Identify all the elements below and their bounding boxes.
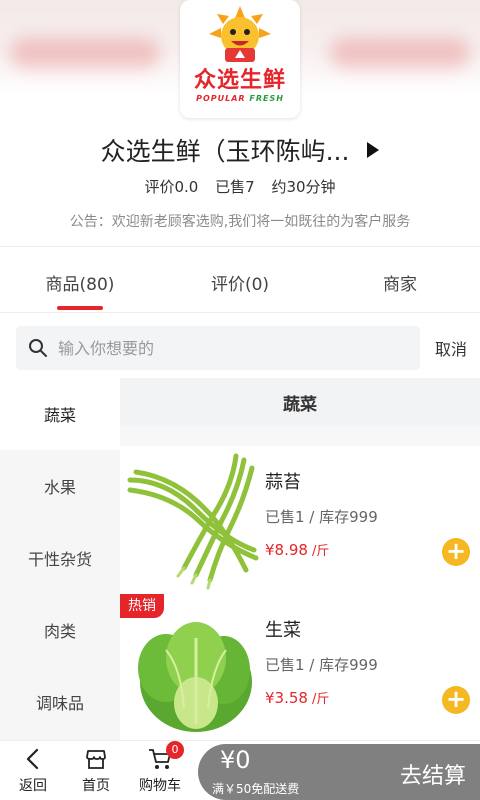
category-sidebar: 蔬菜 水果 干性杂货 肉类 调味品	[0, 378, 120, 740]
add-to-cart-button[interactable]: +	[442, 538, 470, 566]
hot-sale-badge: 热销	[120, 594, 164, 618]
cart-label: 购物车	[139, 778, 181, 794]
logo-brand-english: POPULAR FRESH	[196, 94, 284, 103]
lettuce-image	[126, 598, 260, 738]
store-name-row[interactable]: 众选生鲜（玉环陈屿...	[0, 130, 480, 170]
cancel-button[interactable]: 取消	[426, 336, 476, 360]
product-name: 生菜	[265, 620, 301, 641]
store-tabs: 商品(80) 评价(0) 商家	[0, 252, 480, 312]
store-sold: 已售7	[215, 178, 255, 196]
search-icon	[29, 339, 47, 357]
product-card[interactable]: 热销 生菜 已售1 / 库存999 ¥3.58/斤 +	[120, 594, 480, 740]
product-price: ¥8.98/斤	[265, 541, 330, 559]
product-list: 蔬菜 蒜苔 已售1 / 库存999 ¥8.98 /斤 + 热销 生菜 已售1 /…	[120, 378, 480, 740]
category-item-fruit[interactable]: 水果	[0, 450, 120, 522]
checkout-bar: ¥0 满￥50免配送费 去结算	[198, 744, 480, 800]
search-input[interactable]	[58, 338, 378, 358]
tab-products[interactable]: 商品(80)	[0, 252, 160, 312]
banner-blur	[10, 38, 160, 68]
chevron-left-icon	[26, 748, 39, 770]
banner-blur	[330, 38, 470, 68]
sun-mascot-icon	[209, 6, 271, 62]
active-tab-indicator	[57, 306, 103, 310]
search-box	[16, 326, 420, 370]
cart-button[interactable]: 0 购物车	[130, 741, 190, 795]
free-shipping-note: 满￥50免配送费	[212, 782, 300, 796]
tab-label: 评价(0)	[210, 274, 270, 295]
product-sales: 已售1 / 库存999	[265, 656, 378, 674]
store-logo: 众选生鲜 POPULAR FRESH	[180, 0, 300, 118]
back-button[interactable]: 返回	[3, 747, 63, 795]
cart-total: ¥0	[220, 746, 251, 774]
product-name: 蒜苔	[265, 472, 301, 493]
category-item-dry-goods[interactable]: 干性杂货	[0, 522, 120, 594]
product-card[interactable]: 蒜苔 已售1 / 库存999 ¥8.98/斤 +	[120, 446, 480, 596]
logo-brand-text: 众选生鲜	[193, 68, 286, 93]
back-label: 返回	[19, 778, 47, 794]
delivery-time: 约30分钟	[271, 178, 336, 196]
tab-reviews[interactable]: 评价(0)	[160, 252, 320, 312]
store-rating: 评价0.0	[144, 178, 199, 196]
home-label: 首页	[82, 778, 110, 794]
category-item-vegetables[interactable]: 蔬菜	[0, 378, 120, 450]
store-name: 众选生鲜（玉环陈屿...	[100, 137, 350, 166]
product-price: ¥3.58/斤	[265, 689, 330, 707]
tab-merchant[interactable]: 商家	[320, 252, 480, 312]
play-arrow-icon[interactable]	[367, 142, 380, 158]
category-item-meat[interactable]: 肉类	[0, 594, 120, 666]
product-image-lettuce[interactable]	[126, 598, 260, 738]
store-icon	[86, 750, 106, 769]
checkout-button[interactable]: 去结算	[400, 758, 466, 790]
product-sales: 已售1 / 库存999	[265, 508, 378, 526]
divider	[0, 246, 480, 247]
store-stats: 评价0.0 已售7 约30分钟	[0, 176, 480, 197]
garlic-shoots-image	[126, 450, 260, 590]
divider	[0, 312, 480, 313]
section-title: 蔬菜	[120, 378, 480, 426]
product-image-garlic-shoots[interactable]	[126, 450, 260, 590]
category-item-condiments[interactable]: 调味品	[0, 666, 120, 738]
cart-count-badge: 0	[166, 741, 184, 759]
tab-label: 商家	[383, 274, 417, 295]
add-to-cart-button[interactable]: +	[442, 686, 470, 714]
tab-label: 商品(80)	[45, 274, 115, 295]
store-notice: 公告：欢迎新老顾客选购,我们将一如既往的为客户服务	[69, 214, 411, 230]
home-button[interactable]: 首页	[66, 747, 126, 795]
